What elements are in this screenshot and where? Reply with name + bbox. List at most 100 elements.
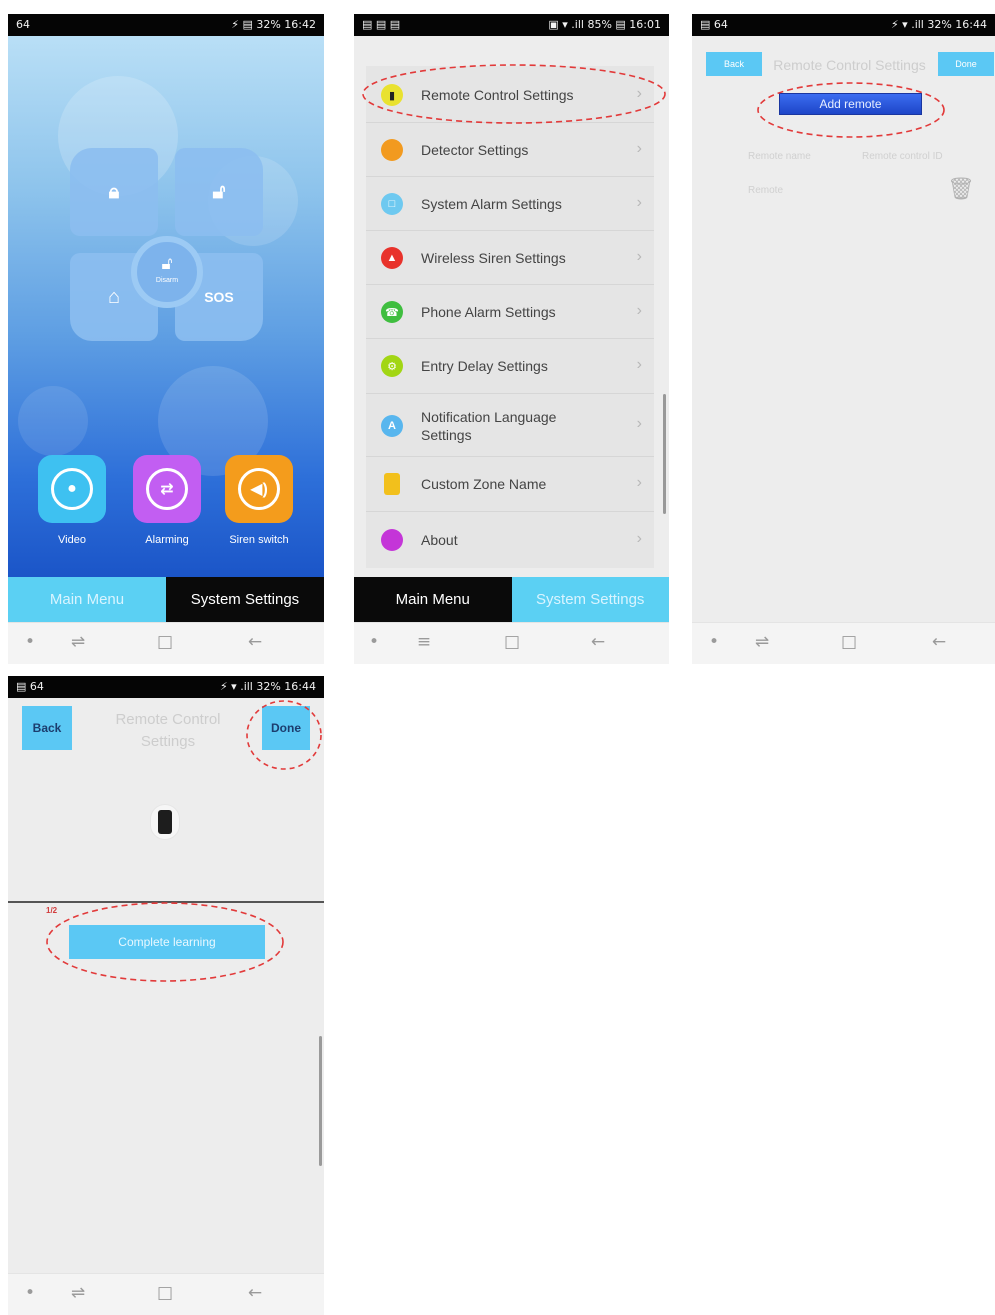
chevron-right-icon: › bbox=[636, 248, 642, 265]
menu-item-detector[interactable]: Detector Settings › bbox=[366, 123, 654, 177]
done-button[interactable]: Done bbox=[262, 706, 310, 750]
step-marker: 1/2 bbox=[46, 906, 58, 915]
scrollbar[interactable] bbox=[319, 1036, 322, 1166]
system-alarm-icon: □ bbox=[381, 193, 403, 215]
menu-item-about[interactable]: About › bbox=[366, 512, 654, 568]
tab-main-menu[interactable]: Main Menu bbox=[8, 577, 166, 622]
menu-item-label: Entry Delay Settings bbox=[421, 358, 548, 374]
settings-menu: ▮ Remote Control Settings › Detector Set… bbox=[366, 66, 654, 568]
tab-system-settings[interactable]: System Settings bbox=[511, 577, 669, 622]
detector-icon bbox=[381, 139, 403, 161]
recent-apps-icon[interactable]: ⇌ bbox=[66, 1283, 90, 1303]
done-button[interactable]: Done bbox=[938, 52, 994, 76]
about-icon bbox=[381, 529, 403, 551]
home-nav-icon[interactable]: □ bbox=[837, 632, 861, 652]
chevron-right-icon: › bbox=[636, 302, 642, 319]
chevron-right-icon: › bbox=[636, 474, 642, 491]
chevron-right-icon: › bbox=[636, 140, 642, 157]
bottom-tabs: Main Menu System Settings bbox=[8, 577, 324, 622]
chevron-right-icon: › bbox=[636, 530, 642, 547]
phone-system-settings: ▤ ▤ ▤ ▣ ▾ .ill 85% ▤ 16:01 ▮ Remote Cont… bbox=[354, 14, 669, 664]
android-nav-bar: • ⇌ □ ← bbox=[692, 622, 995, 664]
menu-item-remote-control[interactable]: ▮ Remote Control Settings › bbox=[366, 66, 654, 123]
back-arrow-icon[interactable]: ← bbox=[927, 632, 951, 652]
menu-item-system-alarm[interactable]: □ System Alarm Settings › bbox=[366, 177, 654, 231]
status-right: ⚡ ▾ .ill 32% 16:44 bbox=[219, 680, 316, 693]
siren-switch-button[interactable]: ◀) bbox=[225, 455, 293, 523]
status-bar: ▤ ▤ ▤ ▣ ▾ .ill 85% ▤ 16:01 bbox=[354, 14, 669, 36]
status-right: ▣ ▾ .ill 85% ▤ 16:01 bbox=[548, 18, 661, 31]
tab-main-menu[interactable]: Main Menu bbox=[354, 577, 512, 622]
alarming-label: Alarming bbox=[145, 534, 189, 546]
back-button[interactable]: Back bbox=[22, 706, 72, 750]
menu-nav-icon[interactable]: ≡ bbox=[412, 632, 436, 652]
menu-item-wireless-siren[interactable]: ▲ Wireless Siren Settings › bbox=[366, 231, 654, 285]
chevron-right-icon: › bbox=[636, 194, 642, 211]
siren-icon: ▲ bbox=[381, 247, 403, 269]
home-nav-icon[interactable]: □ bbox=[153, 632, 177, 652]
arm-button[interactable]: 🔒︎ bbox=[70, 148, 158, 236]
center-label: Disarm bbox=[155, 277, 179, 284]
menu-item-label: About bbox=[421, 532, 458, 548]
column-header-name: Remote name bbox=[748, 151, 811, 162]
back-button[interactable]: Back bbox=[706, 52, 762, 76]
back-arrow-icon[interactable]: ← bbox=[243, 1283, 267, 1303]
status-left: ▤ 64 bbox=[16, 680, 44, 693]
home-background: 🔒︎ 🔓︎ ⌂ SOS 🔓︎ Disarm ● Video ⇄ Alarming… bbox=[8, 36, 324, 577]
lock-icon: 🔒︎ bbox=[108, 180, 120, 203]
disarm-button[interactable]: 🔓︎ bbox=[175, 148, 263, 236]
menu-item-label: Detector Settings bbox=[421, 142, 529, 158]
menu-item-label: Phone Alarm Settings bbox=[421, 304, 556, 320]
home-icon: ⌂ bbox=[107, 285, 121, 308]
dot-icon[interactable]: • bbox=[702, 632, 726, 652]
status-left: ▤ ▤ ▤ bbox=[362, 18, 401, 31]
complete-learning-button[interactable]: Complete learning bbox=[69, 925, 265, 959]
home-nav-icon[interactable]: □ bbox=[153, 1283, 177, 1303]
chevron-right-icon: › bbox=[636, 85, 642, 102]
alarming-button[interactable]: ⇄ bbox=[133, 455, 201, 523]
tab-system-settings[interactable]: System Settings bbox=[166, 577, 324, 622]
page-title: Remote Control Settings bbox=[115, 711, 221, 750]
phone-icon: ☎ bbox=[381, 301, 403, 323]
alarm-icon: ⇄ bbox=[146, 468, 188, 510]
dot-icon[interactable]: • bbox=[362, 632, 386, 652]
android-nav-bar: • ⇌ □ ← bbox=[8, 622, 324, 664]
disarm-center-button[interactable]: 🔓︎ Disarm bbox=[131, 236, 203, 308]
phone-remote-list: ▤ 64 ⚡ ▾ .ill 32% 16:44 Back Remote Cont… bbox=[692, 14, 995, 664]
video-button[interactable]: ● bbox=[38, 455, 106, 523]
recent-apps-icon[interactable]: ⇌ bbox=[750, 632, 774, 652]
divider bbox=[8, 901, 324, 903]
add-remote-button[interactable]: Add remote bbox=[779, 93, 922, 115]
camera-icon: ● bbox=[51, 468, 93, 510]
unlock-icon: 🔓︎ bbox=[161, 254, 173, 273]
android-nav-bar: • ⇌ □ ← bbox=[8, 1273, 324, 1315]
page-title: Remote Control Settings bbox=[773, 57, 926, 73]
language-icon: A bbox=[381, 415, 403, 437]
remote-icon: ▮ bbox=[381, 84, 403, 106]
remote-control-icon bbox=[150, 804, 180, 840]
back-arrow-icon[interactable]: ← bbox=[586, 632, 610, 652]
status-bar: ▤ 64 ⚡ ▾ .ill 32% 16:44 bbox=[692, 14, 995, 36]
menu-item-custom-zone-name[interactable]: Custom Zone Name › bbox=[366, 457, 654, 512]
menu-scrollbar[interactable] bbox=[663, 394, 666, 514]
menu-item-notification-language[interactable]: A Notification Language Settings › bbox=[366, 394, 654, 457]
recent-apps-icon[interactable]: ⇌ bbox=[66, 632, 90, 652]
status-left: 64 bbox=[16, 18, 30, 31]
dot-icon[interactable]: • bbox=[18, 1283, 42, 1303]
column-header-id: Remote control ID bbox=[862, 151, 943, 162]
trash-icon[interactable]: 🗑︎ bbox=[947, 176, 975, 202]
menu-item-label: System Alarm Settings bbox=[421, 196, 562, 212]
menu-item-label: Notification Language Settings bbox=[421, 409, 557, 443]
menu-item-entry-delay[interactable]: ⚙ Entry Delay Settings › bbox=[366, 339, 654, 394]
home-nav-icon[interactable]: □ bbox=[500, 632, 524, 652]
chevron-right-icon: › bbox=[636, 415, 642, 432]
back-arrow-icon[interactable]: ← bbox=[243, 632, 267, 652]
menu-item-phone-alarm[interactable]: ☎ Phone Alarm Settings › bbox=[366, 285, 654, 339]
status-right: ⚡ ▤ 32% 16:42 bbox=[231, 18, 316, 31]
siren-switch-label: Siren switch bbox=[229, 534, 289, 546]
dot-icon[interactable]: • bbox=[18, 632, 42, 652]
speaker-icon: ◀) bbox=[238, 468, 280, 510]
chevron-right-icon: › bbox=[636, 356, 642, 373]
status-left: ▤ 64 bbox=[700, 18, 728, 31]
android-nav-bar: • ≡ □ ← bbox=[354, 622, 669, 664]
